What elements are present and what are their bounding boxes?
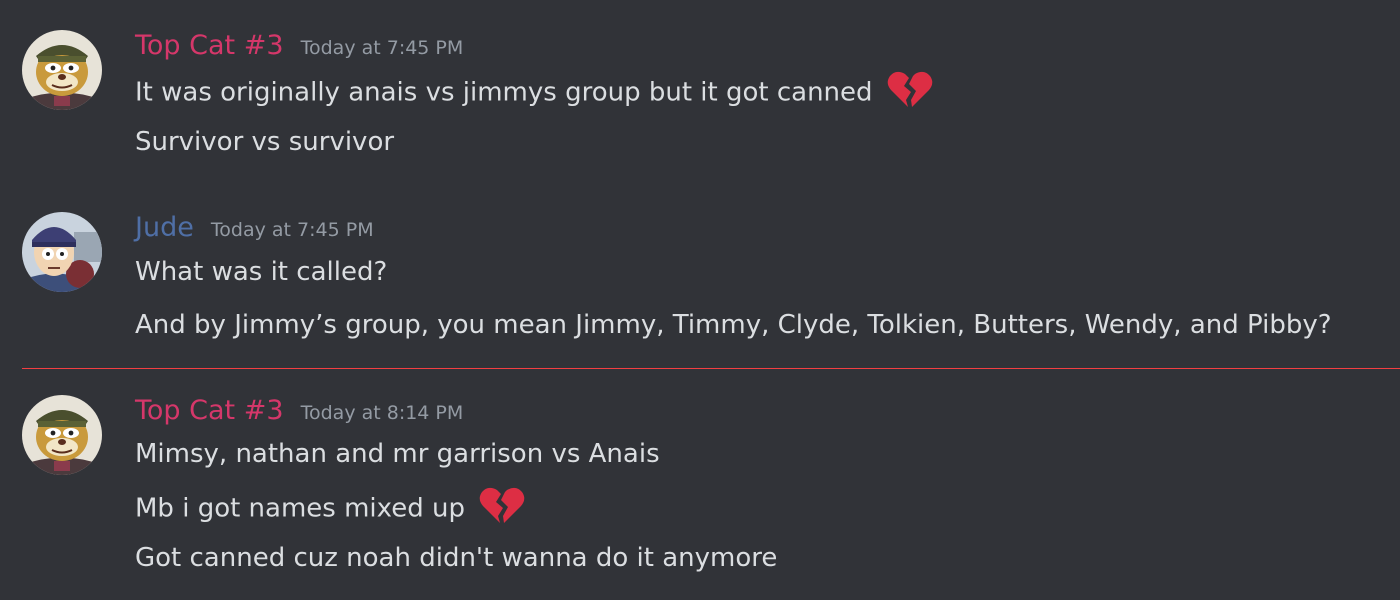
message-line: And by Jimmy’s group, you mean Jimmy, Ti…: [135, 308, 1332, 342]
message-text: Mb i got names mixed up: [135, 493, 465, 524]
message-line: Mb i got names mixed up: [135, 486, 525, 529]
broken-heart-icon[interactable]: [887, 70, 933, 110]
broken-heart-icon[interactable]: [479, 486, 525, 526]
jude-avatar-icon: [22, 212, 102, 292]
message-text: Got canned cuz noah didn't wanna do it a…: [135, 543, 778, 573]
username[interactable]: Top Cat #3: [135, 395, 284, 426]
avatar[interactable]: [22, 395, 102, 475]
timestamp[interactable]: Today at 7:45 PM: [211, 219, 374, 241]
message-text: Mimsy, nathan and mr garrison vs Anais: [135, 439, 660, 469]
chat-messages: Top Cat #3 Today at 7:45 PM It was origi…: [0, 0, 1400, 600]
timestamp[interactable]: Today at 8:14 PM: [301, 402, 464, 424]
timestamp[interactable]: Today at 7:45 PM: [301, 37, 464, 59]
message-text: Survivor vs survivor: [135, 127, 395, 157]
top-cat-avatar-icon: [22, 30, 102, 110]
message-header: Top Cat #3 Today at 7:45 PM: [135, 30, 463, 62]
message-line: Mimsy, nathan and mr garrison vs Anais: [135, 437, 660, 471]
message-line: It was originally anais vs jimmys group …: [135, 70, 933, 113]
message-line: Got canned cuz noah didn't wanna do it a…: [135, 541, 777, 575]
new-messages-divider: [22, 368, 1400, 369]
username[interactable]: Top Cat #3: [135, 30, 284, 61]
avatar[interactable]: [22, 212, 102, 292]
username[interactable]: Jude: [135, 212, 194, 243]
top-cat-avatar-icon: [22, 395, 102, 475]
message-line: What was it called?: [135, 255, 387, 289]
message-text: What was it called?: [135, 257, 388, 287]
message-header: Jude Today at 7:45 PM: [135, 212, 374, 244]
message-line: Survivor vs survivor: [135, 125, 394, 159]
message-text: And by Jimmy’s group, you mean Jimmy, Ti…: [135, 310, 1332, 340]
message-header: Top Cat #3 Today at 8:14 PM: [135, 395, 463, 427]
message-text: It was originally anais vs jimmys group …: [135, 77, 873, 108]
avatar[interactable]: [22, 30, 102, 110]
